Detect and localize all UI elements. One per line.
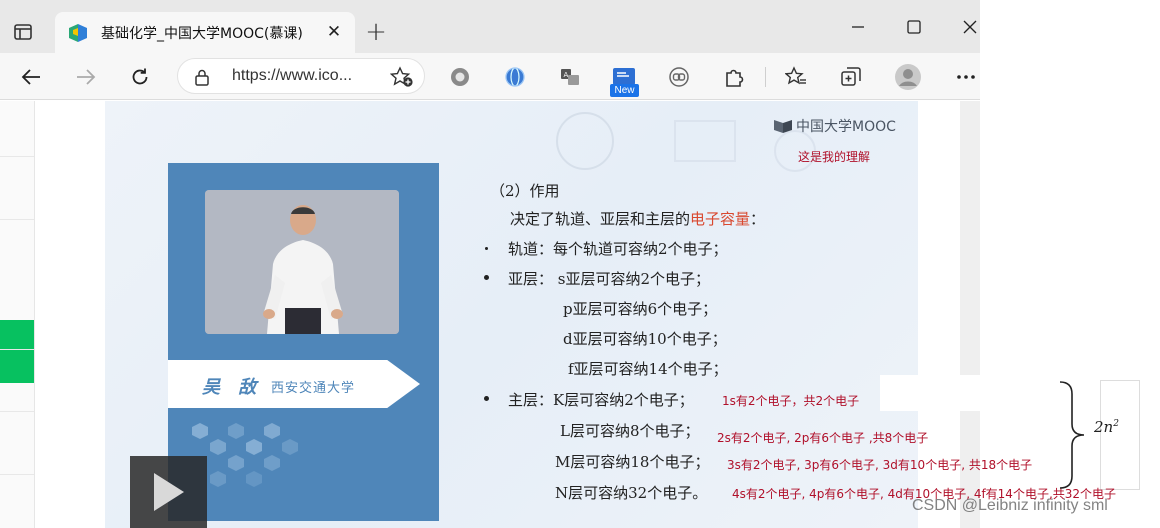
tab-mooc[interactable]: 基础化学_中国大学MOOC(慕课) ✕ [55, 12, 355, 53]
slide-heading: （2）作用 [490, 182, 560, 200]
lecturer-figure [205, 190, 399, 334]
forward-arrow-icon [77, 69, 96, 85]
sidebar-divider [0, 474, 34, 475]
intro-suffix: ： [750, 210, 766, 228]
screen: { "browser": { "tab": { "title": "基础化学_中… [0, 0, 1160, 528]
subshell-p-line: p亚层可容纳6个电子； [563, 300, 718, 318]
extensions-button[interactable] [718, 61, 750, 93]
intro-highlight: 电子容量 [690, 210, 751, 228]
subshell-s-line: 亚层： s亚层可容纳2个电子； [508, 270, 711, 288]
capacity-formula: 2n2 [1094, 418, 1119, 436]
main-l-line: L层可容纳8个电子； [560, 422, 700, 440]
sidebar-divider [0, 349, 34, 350]
collections-icon [841, 67, 861, 86]
annotation-m: 3s有2个电子, 3p有6个电子, 3d有10个电子, 共18个电子 [727, 458, 1033, 472]
toolbar-separator [765, 67, 766, 87]
profile-button[interactable] [892, 61, 924, 93]
extension-link-button[interactable] [663, 61, 695, 93]
mooc-brand-logo-icon [774, 120, 792, 133]
bullet-dot [484, 275, 489, 280]
lecturer-video [205, 190, 399, 334]
minimize-icon[interactable] [838, 12, 878, 42]
brand-text: 中国大学MOOC [796, 119, 896, 135]
formula-base: 2n [1094, 418, 1114, 436]
bullet-dot [484, 396, 489, 401]
new-tab-button[interactable]: + [362, 19, 390, 47]
maximize-icon[interactable] [894, 12, 934, 42]
translate-extension-icon: A [561, 69, 579, 85]
back-arrow-icon [21, 69, 40, 85]
subshell-f-line: f亚层可容纳14个电子； [568, 360, 728, 378]
extension-circle-button[interactable] [444, 61, 476, 93]
play-icon [154, 473, 184, 511]
refresh-icon [132, 68, 148, 85]
sidebar-divider [0, 411, 34, 412]
window-close-icon[interactable] [950, 12, 990, 42]
main-k-line: 主层：K层可容纳2个电子； [508, 391, 694, 409]
main-n-line: N层可容纳32个电子。 [555, 484, 708, 502]
intro-text: 决定了轨道、亚层和主层的 [510, 210, 691, 228]
back-button[interactable] [15, 61, 47, 93]
close-tab-icon[interactable]: ✕ [323, 21, 345, 43]
link-extension-icon [669, 67, 689, 87]
svg-text:A: A [564, 71, 569, 79]
more-dots-icon [957, 75, 975, 79]
more-menu-button[interactable] [950, 61, 982, 93]
sidebar-divider [0, 219, 34, 220]
annotation-k: 1s有2个电子，共2个电子 [722, 394, 860, 408]
subshell-d-line: d亚层可容纳10个电子； [563, 330, 727, 348]
favorites-button[interactable] [780, 61, 812, 93]
extension-translate-button[interactable]: A [554, 61, 586, 93]
tab-strip: 基础化学_中国大学MOOC(慕课) ✕ + [0, 0, 980, 53]
browser-toolbar: https://www.ico... A New [0, 53, 980, 100]
tab-actions-button[interactable] [8, 18, 38, 46]
annotation-whiteout [880, 375, 980, 411]
add-favorite-icon[interactable] [390, 66, 414, 88]
mooc-logo-icon [69, 23, 87, 42]
avatar-icon [895, 64, 921, 90]
speaker-name: 吴 敌 [202, 377, 263, 398]
bullet-dot [485, 247, 488, 250]
lock-icon [195, 69, 209, 86]
refresh-button[interactable] [124, 61, 156, 93]
mooc-brand: 中国大学MOOC [773, 116, 896, 136]
annotation-l: 2s有2个电子, 2p有6个电子 ,共8个电子 [717, 431, 929, 445]
play-button[interactable] [130, 456, 207, 528]
csdn-watermark: CSDN @Leibniz infinity sml [912, 497, 1108, 514]
main-m-line: M层可容纳18个电子； [555, 453, 710, 471]
left-sidebar [0, 101, 35, 528]
globe-extension-icon [505, 67, 525, 87]
formula-exponent: 2 [1113, 419, 1119, 429]
forward-button[interactable] [70, 61, 102, 93]
sidebar-green-tab[interactable] [0, 320, 34, 383]
right-brace-icon [1059, 381, 1085, 489]
favorites-star-icon [785, 66, 806, 85]
extension-browser-button[interactable] [499, 61, 531, 93]
address-bar[interactable]: https://www.ico... [177, 58, 425, 94]
speaker-banner: 吴 敌 西安交通大学 [168, 360, 420, 408]
tab-title: 基础化学_中国大学MOOC(慕课) [101, 25, 303, 42]
collections-button[interactable] [835, 61, 867, 93]
puzzle-icon [726, 69, 744, 87]
ring-extension-icon [451, 68, 469, 86]
slide-intro: 决定了轨道、亚层和主层的电子容量： [510, 208, 765, 229]
my-understanding-note: 这是我的理解 [798, 150, 871, 164]
speaker-panel: 吴 敌 西安交通大学 [168, 163, 439, 521]
new-badge: New [610, 84, 639, 97]
orbital-line: 轨道：每个轨道可容纳2个电子； [508, 240, 728, 258]
speaker-school: 西安交通大学 [271, 381, 356, 396]
sidebar-divider [0, 156, 34, 157]
url-text[interactable]: https://www.ico... [232, 67, 352, 85]
tab-actions-icon [14, 24, 32, 40]
